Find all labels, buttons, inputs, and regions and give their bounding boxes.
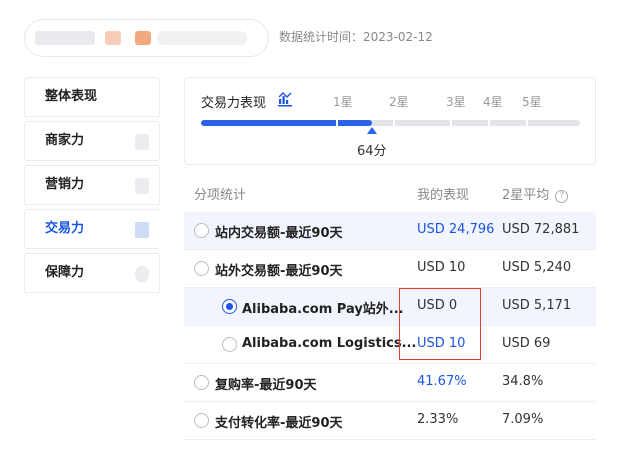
sidebar-item-merchant[interactable]: 商家力 [24,121,160,161]
track-divider [450,120,452,126]
sidebar-item-marketing[interactable]: 营销力 [24,165,160,205]
row-label: 站内交易额-最近90天 [215,226,343,241]
truncated-badge [135,266,149,282]
level-5-star: 5星 [522,95,542,109]
sidebar-item-label: 交易力 [45,221,85,236]
sidebar-item-label: 营销力 [45,177,85,192]
header-avg: 2星平均? [502,184,569,203]
table-row[interactable]: Alibaba.com Pay站外... USD 0 USD 5,171 [184,288,596,326]
sidebar: 整体表现 商家力 营销力 交易力 保障力 [24,77,160,297]
sidebar-item-trade[interactable]: 交易力 [24,209,160,249]
track-divider [336,120,338,126]
track-divider [488,120,490,126]
table-row[interactable]: 站内交易额-最近90天 USD 24,796 USD 72,881 [184,212,596,250]
row-label: 站外交易额-最近90天 [215,264,343,279]
row-label: 支付转化率-最近90天 [215,416,343,431]
bar-chart-icon[interactable] [277,91,293,107]
row-mine-value: USD 0 [417,298,458,313]
sidebar-item-overall[interactable]: 整体表现 [24,77,160,117]
question-circle-icon[interactable]: ? [555,190,569,203]
track-divider [393,120,395,126]
score-marker-icon [367,127,377,134]
stats-table: 分项统计 我的表现 2星平均? 站内交易额-最近90天 USD 24,796 USD… [184,174,596,440]
header-item: 分项统计 [194,188,247,203]
row-label: 复购率-最近90天 [215,378,317,393]
store-selector[interactable] [24,19,269,57]
table-row[interactable]: 站外交易额-最近90天 USD 10 USD 5,240 [184,250,596,288]
row-avg-value: USD 72,881 [502,222,580,237]
level-4-star: 4星 [483,95,503,109]
row-mine-value: USD 24,796 [417,222,495,237]
blurred-store-name [35,31,95,45]
row-label: Alibaba.com Pay站外... [242,302,404,317]
row-radio[interactable] [194,375,209,390]
table-row[interactable]: 支付转化率-最近90天 2.33% 7.09% [184,402,596,440]
row-mine-value: 2.33% [417,412,459,427]
table-row[interactable]: Alibaba.com Logistics... USD 10 USD 69 [184,326,596,364]
track-divider [526,120,528,126]
row-avg-value: USD 5,240 [502,260,572,275]
row-avg-value: 34.8% [502,374,544,389]
sidebar-item-label: 整体表现 [45,89,98,104]
level-1-star: 1星 [333,95,353,109]
sidebar-item-guarantee[interactable]: 保障力 [24,253,160,293]
truncated-badge [135,222,149,238]
score-title: 交易力表现 [201,96,267,111]
row-avg-value: 7.09% [502,412,544,427]
row-label: Alibaba.com Logistics... [242,336,417,351]
stat-time: 数据统计时间：2023-02-12 [279,30,433,44]
row-mine-value: USD 10 [417,336,466,351]
truncated-badge [135,178,149,194]
table-header: 分项统计 我的表现 2星平均? [184,174,596,212]
row-avg-value: USD 5,171 [502,298,572,313]
row-radio[interactable] [222,337,237,352]
row-mine-value: USD 10 [417,260,466,275]
level-3-star: 3星 [446,95,466,109]
row-radio[interactable] [194,261,209,276]
sidebar-item-label: 保障力 [45,265,85,280]
truncated-badge [135,134,149,150]
score-progress-track [201,120,580,126]
blurred-store-name [157,31,247,45]
row-radio[interactable] [194,413,209,428]
table-row[interactable]: 复购率-最近90天 41.67% 34.8% [184,364,596,402]
sidebar-item-label: 商家力 [45,133,85,148]
row-avg-value: USD 69 [502,336,551,351]
score-card: 交易力表现 1星 2星 3星 4星 5星 64分 [184,77,596,165]
score-value: 64分 [357,144,387,159]
blurred-store-name [135,31,151,45]
row-mine-value: 41.67% [417,374,467,389]
blurred-store-name [105,31,121,45]
level-2-star: 2星 [389,95,409,109]
row-radio[interactable] [222,299,237,314]
score-progress-fill [201,120,372,126]
header-mine: 我的表现 [417,188,470,203]
row-radio[interactable] [194,223,209,238]
